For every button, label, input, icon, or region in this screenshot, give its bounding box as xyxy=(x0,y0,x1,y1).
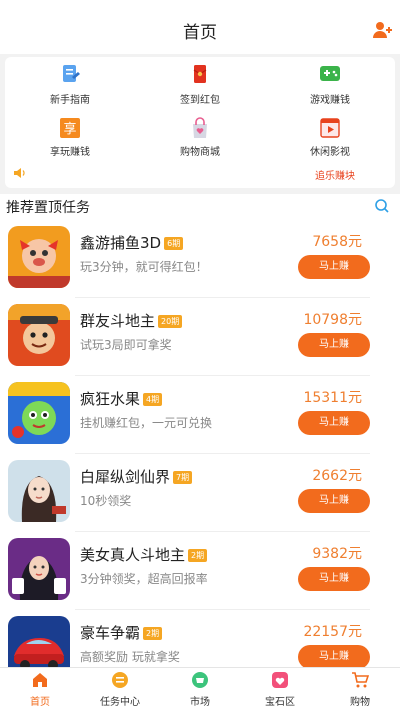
task-row[interactable]: 疯狂水果 4期 挂机赚红包，一元可兑换 15311元 马上赚 xyxy=(0,376,400,454)
home-icon xyxy=(33,673,47,687)
game-desc: 挂机赚红包，一元可兑换 xyxy=(80,416,213,430)
tab-task-center[interactable]: 任务中心 xyxy=(80,668,160,711)
guide-doc-icon xyxy=(63,65,80,82)
game-desc: 10秒领奖 xyxy=(80,494,132,508)
red-envelope-icon xyxy=(193,65,207,83)
earn-now-button[interactable]: 马上赚 xyxy=(298,255,370,279)
game-thumbnail xyxy=(8,616,70,667)
reward-amount: 2662元 xyxy=(312,468,362,484)
user-plus-icon[interactable] xyxy=(372,20,392,40)
tab-home[interactable]: 首页 xyxy=(0,668,80,711)
task-row[interactable]: 群友斗地主 20期 试玩3局即可拿奖 10798元 马上赚 xyxy=(0,298,400,376)
game-name: 美女真人斗地主 2期 xyxy=(80,544,208,565)
tab-label: 宝石区 xyxy=(265,697,295,708)
earn-now-button[interactable]: 马上赚 xyxy=(298,567,370,591)
game-thumbnail xyxy=(8,460,70,522)
tab-market[interactable]: 市场 xyxy=(160,668,240,711)
period-badge: 2期 xyxy=(188,549,208,562)
period-badge: 7期 xyxy=(173,471,193,484)
cart-icon xyxy=(352,672,369,688)
game-name: 白犀纵剑仙界 7期 xyxy=(80,466,193,487)
earn-now-button[interactable]: 马上赚 xyxy=(298,645,370,667)
section-header: 推荐置顶任务 xyxy=(0,194,400,220)
quick-menu-card: 新手指南 签到红包 游戏赚钱 享 享玩赚钱 购物商城 休闲影视 追乐赚块 xyxy=(5,57,395,188)
tab-label: 市场 xyxy=(190,697,210,708)
top-header: 首页 xyxy=(0,0,400,54)
reward-amount: 7658元 xyxy=(312,234,362,250)
menu-item-leisure-video[interactable]: 休闲影视 xyxy=(265,115,395,165)
reward-amount: 22157元 xyxy=(303,624,362,640)
menu-item-label: 签到红包 xyxy=(180,95,220,106)
speaker-icon xyxy=(14,168,25,178)
menu-item-label: 新手指南 xyxy=(50,95,90,106)
enjoy-play-icon: 享 xyxy=(60,118,80,138)
game-name: 鑫游捕鱼3D 6期 xyxy=(80,232,184,253)
game-name: 豪车争霸 2期 xyxy=(80,622,163,643)
task-row[interactable]: 豪车争霸 2期 高额奖励 玩就拿奖 22157元 马上赚 xyxy=(0,610,400,667)
game-thumbnail xyxy=(8,382,70,444)
menu-item-label: 游戏赚钱 xyxy=(310,95,350,106)
tab-gem-zone[interactable]: 宝石区 xyxy=(240,668,320,711)
game-desc: 3分钟领奖，超高回报率 xyxy=(80,572,208,586)
menu-item-enjoy-play[interactable]: 享 享玩赚钱 xyxy=(5,115,135,165)
section-title: 推荐置顶任务 xyxy=(6,200,90,216)
menu-item-signin-redpacket[interactable]: 签到红包 xyxy=(135,61,265,111)
task-center-icon xyxy=(112,672,128,688)
page-title: 首页 xyxy=(183,22,217,43)
notice-more-link[interactable]: 追乐赚块 xyxy=(315,167,355,182)
svg-text:享: 享 xyxy=(63,121,76,137)
gamepad-icon xyxy=(320,66,340,81)
reward-amount: 9382元 xyxy=(312,546,362,562)
reward-amount: 15311元 xyxy=(303,390,362,406)
menu-item-label: 休闲影视 xyxy=(310,147,350,158)
menu-item-game-earn[interactable]: 游戏赚钱 xyxy=(265,61,395,111)
menu-item-label: 购物商城 xyxy=(180,147,220,158)
game-desc: 玩3分钟，就可得红包！ xyxy=(80,260,208,274)
tab-label: 任务中心 xyxy=(100,697,140,708)
game-thumbnail xyxy=(8,304,70,366)
task-row[interactable]: 鑫游捕鱼3D 6期 玩3分钟，就可得红包！ 7658元 马上赚 xyxy=(0,220,400,298)
game-desc: 试玩3局即可拿奖 xyxy=(80,338,172,352)
reward-amount: 10798元 xyxy=(303,312,362,328)
game-thumbnail xyxy=(8,538,70,600)
tab-label: 首页 xyxy=(30,697,50,708)
market-icon xyxy=(192,672,208,688)
game-desc: 高额奖励 玩就拿奖 xyxy=(80,650,180,664)
menu-item-guide[interactable]: 新手指南 xyxy=(5,61,135,111)
period-badge: 6期 xyxy=(164,237,184,250)
tab-label: 购物 xyxy=(350,697,370,708)
menu-item-label: 享玩赚钱 xyxy=(50,147,90,158)
bottom-tab-bar: 首页 任务中心 市场 宝石区 购物 xyxy=(0,667,400,711)
tab-shopping[interactable]: 购物 xyxy=(320,668,400,711)
game-name: 疯狂水果 4期 xyxy=(80,388,163,409)
menu-item-shopping-mall[interactable]: 购物商城 xyxy=(135,115,265,165)
period-badge: 4期 xyxy=(143,393,163,406)
task-row[interactable]: 美女真人斗地主 2期 3分钟领奖，超高回报率 9382元 马上赚 xyxy=(0,532,400,610)
task-row[interactable]: 白犀纵剑仙界 7期 10秒领奖 2662元 马上赚 xyxy=(0,454,400,532)
game-thumbnail xyxy=(8,226,70,288)
earn-now-button[interactable]: 马上赚 xyxy=(298,333,370,357)
notice-bar: 追乐赚块 xyxy=(5,164,395,184)
search-icon[interactable] xyxy=(374,198,390,214)
period-badge: 2期 xyxy=(143,627,163,640)
earn-now-button[interactable]: 马上赚 xyxy=(298,489,370,513)
period-badge: 20期 xyxy=(158,315,183,328)
earn-now-button[interactable]: 马上赚 xyxy=(298,411,370,435)
task-list: 鑫游捕鱼3D 6期 玩3分钟，就可得红包！ 7658元 马上赚 群友斗地主 20期 … xyxy=(0,220,400,667)
film-icon xyxy=(320,118,340,138)
game-name: 群友斗地主 20期 xyxy=(80,310,183,331)
gem-zone-icon xyxy=(272,672,288,688)
shopping-bag-icon xyxy=(193,117,207,138)
